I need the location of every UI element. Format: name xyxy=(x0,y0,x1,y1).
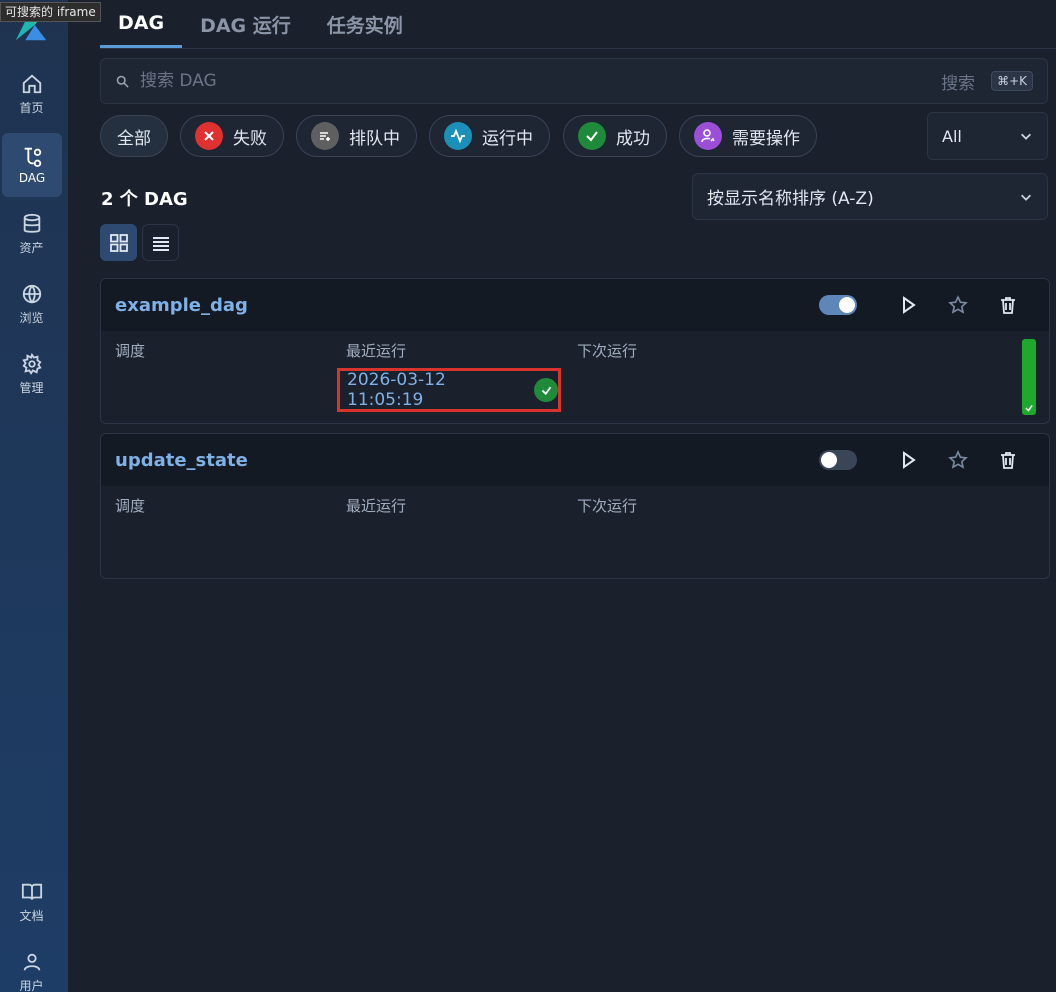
filter-label: 失败 xyxy=(233,128,267,149)
filter-success[interactable]: 成功 xyxy=(563,115,667,157)
dag-card-actions xyxy=(819,279,1033,331)
sidebar-item-admin[interactable]: 管理 xyxy=(0,342,63,406)
schedule-label: 调度 xyxy=(115,497,146,515)
star-icon[interactable] xyxy=(948,295,968,315)
check-icon xyxy=(541,386,551,395)
filter-failed[interactable]: 失败 xyxy=(180,115,284,157)
sidebar-item-label: DAG xyxy=(18,171,46,185)
filter-label: 排队中 xyxy=(349,128,400,149)
filter-label: 成功 xyxy=(616,128,650,149)
sidebar-item-dag[interactable]: DAG xyxy=(2,133,62,197)
dag-card: update_state 调度 最近运行 下次运行 xyxy=(100,433,1050,579)
success-badge xyxy=(534,378,558,402)
card-view-button[interactable] xyxy=(100,224,137,261)
tab-divider xyxy=(100,48,1056,49)
dag-card-header: update_state xyxy=(101,434,1049,486)
sort-select[interactable]: 按显示名称排序 (A-Z) xyxy=(692,173,1048,220)
next-run-label: 下次运行 xyxy=(577,497,638,515)
sidebar-item-label: 文档 xyxy=(19,908,44,923)
search-input[interactable] xyxy=(140,71,942,91)
iframe-badge: 可搜索的 iframe xyxy=(0,2,101,22)
user-icon xyxy=(23,953,40,971)
list-view-button[interactable] xyxy=(142,224,179,261)
sidebar-item-user[interactable]: 用户 xyxy=(0,940,63,992)
dag-name-link[interactable]: update_state xyxy=(115,450,248,471)
filter-queued[interactable]: 排队中 xyxy=(296,115,417,157)
tab-bar: DAG DAG 运行 任务实例 xyxy=(100,0,421,48)
filter-needs-action[interactable]: 需要操作 xyxy=(679,115,817,157)
last-run-label: 最近运行 xyxy=(346,342,407,360)
recent-run-bar[interactable] xyxy=(1022,339,1036,415)
sidebar-item-assets[interactable]: 资产 xyxy=(0,202,63,266)
sidebar-item-label: 资产 xyxy=(19,240,44,255)
tab-task-instances[interactable]: 任务实例 xyxy=(309,0,421,48)
state-select[interactable]: All xyxy=(927,112,1048,160)
activity-icon xyxy=(444,122,472,150)
globe-icon xyxy=(22,284,41,304)
dag-icon xyxy=(24,147,42,167)
sort-select-value: 按显示名称排序 (A-Z) xyxy=(707,189,874,209)
search-label: 搜索 xyxy=(941,73,976,94)
last-run-link[interactable]: 2026-03-12 11:05:19 xyxy=(337,368,561,412)
chevron-down-icon xyxy=(1021,133,1031,140)
chevron-down-icon xyxy=(1021,194,1031,201)
sidebar-item-label: 管理 xyxy=(19,380,44,395)
tab-dag[interactable]: DAG xyxy=(100,0,183,48)
search-bar: 搜索 ⌘+K xyxy=(100,58,1048,104)
dag-count: 2 个 DAG xyxy=(101,189,188,210)
search-icon xyxy=(116,75,129,88)
trash-icon[interactable] xyxy=(998,295,1018,315)
sidebar-item-browse[interactable]: 浏览 xyxy=(0,272,63,336)
dag-card-body: 调度 最近运行 下次运行 xyxy=(101,486,1049,576)
state-select-value: All xyxy=(942,126,962,146)
filter-label: 全部 xyxy=(117,128,151,149)
dag-card: example_dag 调度 最近运行 下次运行 2026-03-12 11:0… xyxy=(100,278,1050,424)
sidebar-item-label: 用户 xyxy=(19,978,44,992)
queue-icon xyxy=(311,122,339,150)
search-shortcut: ⌘+K xyxy=(991,71,1033,91)
database-icon xyxy=(23,213,40,233)
check-icon xyxy=(578,122,606,150)
sidebar-item-home[interactable]: 首页 xyxy=(0,62,63,126)
schedule-label: 调度 xyxy=(115,342,146,360)
pause-toggle[interactable] xyxy=(819,295,857,315)
list-icon xyxy=(152,236,169,251)
grid-icon xyxy=(109,233,128,252)
sidebar-item-docs[interactable]: 文档 xyxy=(0,870,63,934)
filter-all[interactable]: 全部 xyxy=(100,115,168,157)
check-icon xyxy=(1025,405,1033,412)
book-icon xyxy=(21,883,42,900)
sidebar-item-label: 首页 xyxy=(19,100,44,115)
x-icon xyxy=(195,122,223,150)
dag-name-link[interactable]: example_dag xyxy=(115,295,248,316)
play-icon[interactable] xyxy=(898,295,918,315)
pause-toggle[interactable] xyxy=(819,450,857,470)
user-action-icon xyxy=(694,122,722,150)
play-icon[interactable] xyxy=(898,450,918,470)
home-icon xyxy=(22,74,41,93)
trash-icon[interactable] xyxy=(998,450,1018,470)
dag-card-actions xyxy=(819,434,1033,486)
filter-label: 运行中 xyxy=(482,128,533,149)
sidebar-item-label: 浏览 xyxy=(19,310,44,325)
next-run-label: 下次运行 xyxy=(577,342,638,360)
star-icon[interactable] xyxy=(948,450,968,470)
tab-dag-runs[interactable]: DAG 运行 xyxy=(182,0,309,48)
filter-running[interactable]: 运行中 xyxy=(429,115,550,157)
dag-card-body: 调度 最近运行 下次运行 2026-03-12 11:05:19 xyxy=(101,331,1049,421)
last-run-time: 2026-03-12 11:05:19 xyxy=(347,370,446,410)
gear-icon xyxy=(21,352,42,375)
dag-card-header: example_dag xyxy=(101,279,1049,331)
sidebar: 首页 DAG 资产 浏览 管理 文档 用户 xyxy=(0,0,68,992)
filter-label: 需要操作 xyxy=(732,128,800,149)
last-run-label: 最近运行 xyxy=(346,497,407,515)
